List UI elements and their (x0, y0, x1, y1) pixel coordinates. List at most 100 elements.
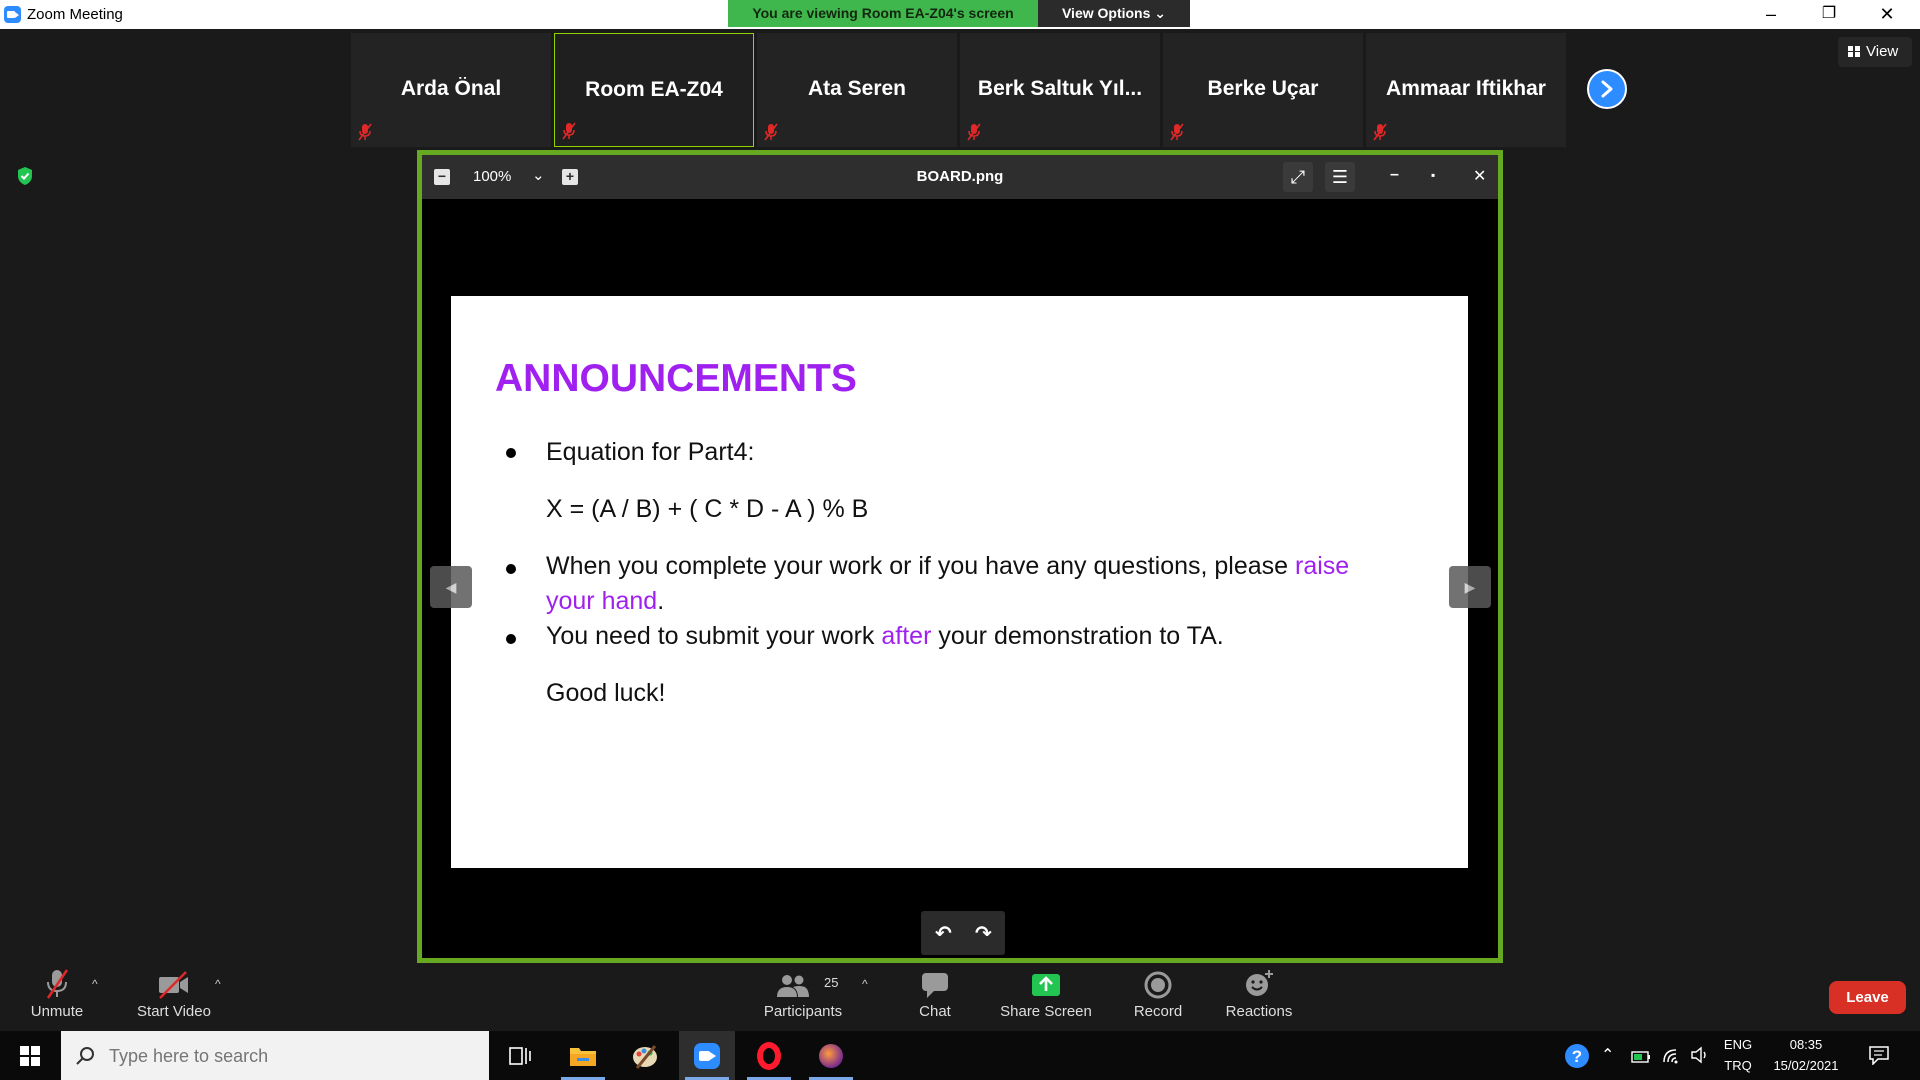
good-luck-text: Good luck! (546, 679, 666, 707)
participant-tile-active[interactable]: Room EA-Z04 (554, 33, 754, 147)
participants-label: Participants (763, 1003, 843, 1020)
video-options-caret-icon[interactable]: ^ (215, 977, 221, 991)
help-icon[interactable]: ? (1563, 1042, 1591, 1070)
participant-count: 25 (824, 975, 839, 990)
wifi-icon[interactable] (1662, 1046, 1682, 1064)
bullet-dot (506, 634, 516, 644)
bullet-dot (506, 564, 516, 574)
clock-date[interactable]: 15/02/2021 (1762, 1058, 1850, 1073)
file-explorer-icon[interactable] (555, 1031, 611, 1080)
leave-meeting-button[interactable]: Leave (1829, 981, 1906, 1014)
participants-icon (777, 975, 809, 997)
equation-label: Equation for Part4: (546, 438, 755, 466)
view-button-label: View (1866, 43, 1899, 60)
reactions-smiley-icon (1246, 970, 1273, 996)
notifications-icon[interactable] (1868, 1045, 1890, 1065)
participant-tile[interactable]: Arda Önal (351, 33, 551, 147)
reactions-label: Reactions (1225, 1003, 1293, 1020)
taskbar-search[interactable] (61, 1031, 489, 1080)
participant-tile[interactable]: Berke Uçar (1163, 33, 1363, 147)
share-screen-label: Share Screen (1000, 1003, 1092, 1020)
previous-image-arrow-icon[interactable]: ◀ (430, 566, 472, 608)
start-video-label: Start Video (137, 1003, 211, 1020)
task-view-icon[interactable] (492, 1031, 548, 1080)
participant-tile[interactable]: Berk Saltuk Yıl... (960, 33, 1160, 147)
rotate-left-icon[interactable]: ↶ (935, 921, 952, 946)
rotate-controls: ↶ ↷ (921, 911, 1005, 955)
participants-options-caret-icon[interactable]: ^ (862, 977, 868, 991)
record-label: Record (1133, 1003, 1183, 1020)
next-page-arrow-icon[interactable] (1587, 69, 1627, 109)
participant-tile[interactable]: Ata Seren (757, 33, 957, 147)
chat-button[interactable]: Chat (900, 965, 970, 1020)
viewer-maximize-button[interactable]: ▪ (1431, 168, 1435, 182)
bullet-dot (506, 448, 516, 458)
clock-time[interactable]: 08:35 (1762, 1037, 1850, 1052)
viewing-screen-banner: You are viewing Room EA-Z04's screen (728, 0, 1038, 27)
start-video-button[interactable]: Start Video (132, 965, 216, 1020)
reactions-button[interactable]: Reactions (1219, 965, 1299, 1020)
svg-text:?: ? (1572, 1047, 1582, 1066)
browser-app-icon[interactable] (803, 1031, 859, 1080)
window-minimize-button[interactable]: – (1742, 0, 1800, 29)
window-close-button[interactable]: ✕ (1858, 0, 1916, 29)
grid-icon (1848, 46, 1860, 57)
audio-options-caret-icon[interactable]: ^ (92, 977, 98, 991)
shared-screen-frame: − 100% ⌄ + BOARD.png ⤢ ☰ – ▪ ✕ ANNOUNCEM… (417, 150, 1503, 963)
windows-start-icon[interactable] (20, 1046, 40, 1066)
participant-name: Berke Uçar (1207, 77, 1319, 100)
chat-label: Chat (919, 1003, 951, 1020)
window-restore-button[interactable]: ❐ (1800, 0, 1858, 29)
view-options-button[interactable]: View Options ⌄ (1038, 0, 1190, 27)
search-input[interactable] (109, 1043, 469, 1069)
window-titlebar: Zoom Meeting You are viewing Room EA-Z04… (0, 0, 1920, 29)
viewer-close-button[interactable]: ✕ (1473, 166, 1486, 186)
muted-mic-icon (967, 123, 981, 141)
security-shield-icon[interactable] (16, 166, 34, 186)
slide-heading: ANNOUNCEMENTS (495, 357, 857, 400)
meeting-toolbar: Unmute ^ Start Video ^ Participants 25 ^… (0, 965, 1920, 1031)
windows-taskbar: ? ⌃ ENG TRQ 08:35 15/02/2021 (0, 1031, 1920, 1080)
show-hidden-icons-chevron-icon[interactable]: ⌃ (1601, 1045, 1614, 1065)
participant-name: Ata Seren (807, 77, 907, 100)
muted-mic-icon (764, 123, 778, 141)
share-screen-button[interactable]: Share Screen (996, 965, 1096, 1020)
view-layout-button[interactable]: View (1838, 37, 1912, 67)
announcement-slide: ANNOUNCEMENTS Equation for Part4: X = (A… (451, 296, 1468, 868)
muted-mic-icon (358, 123, 372, 141)
participants-button[interactable]: Participants (756, 965, 850, 1020)
rotate-right-icon[interactable]: ↷ (975, 921, 992, 946)
muted-mic-icon (562, 122, 576, 140)
muted-mic-icon (1373, 123, 1387, 141)
search-icon (76, 1047, 94, 1065)
unmute-button[interactable]: Unmute (24, 965, 90, 1020)
volume-speaker-icon[interactable] (1690, 1046, 1710, 1064)
muted-mic-icon (1170, 123, 1184, 141)
zoom-taskbar-icon[interactable] (679, 1031, 735, 1080)
fullscreen-expand-icon[interactable]: ⤢ (1283, 162, 1313, 192)
participant-name: Berk Saltuk Yıl... (977, 77, 1143, 100)
raise-hand-text: When you complete your work or if you ha… (546, 552, 1350, 615)
input-language-top[interactable]: ENG (1720, 1037, 1756, 1052)
unmute-label: Unmute (30, 1003, 84, 1020)
chat-icon (922, 973, 948, 998)
next-image-arrow-icon[interactable]: ▶ (1449, 566, 1491, 608)
viewer-minimize-button[interactable]: – (1390, 166, 1399, 184)
battery-icon[interactable] (1631, 1050, 1651, 1064)
participant-tile[interactable]: Ammaar Iftikhar (1366, 33, 1566, 147)
muted-mic-icon (46, 969, 69, 999)
record-icon (1144, 971, 1172, 999)
video-off-icon (159, 971, 188, 999)
participant-name: Ammaar Iftikhar (1386, 77, 1546, 100)
equation-text: X = (A / B) + ( C * D - A ) % B (546, 495, 869, 523)
input-language-bottom[interactable]: TRQ (1720, 1058, 1756, 1073)
menu-icon[interactable]: ☰ (1325, 162, 1355, 192)
participant-strip: Arda Önal Room EA-Z04 Ata Seren Berk Sal… (351, 33, 1571, 147)
record-button[interactable]: Record (1122, 965, 1194, 1020)
window-title: Zoom Meeting (27, 6, 123, 23)
participant-name: Arda Önal (400, 77, 502, 100)
opera-browser-icon[interactable] (741, 1031, 797, 1080)
participant-name: Room EA-Z04 (585, 78, 723, 101)
paint-app-icon[interactable] (617, 1031, 673, 1080)
image-viewer-toolbar: − 100% ⌄ + BOARD.png ⤢ ☰ – ▪ ✕ (422, 155, 1498, 199)
